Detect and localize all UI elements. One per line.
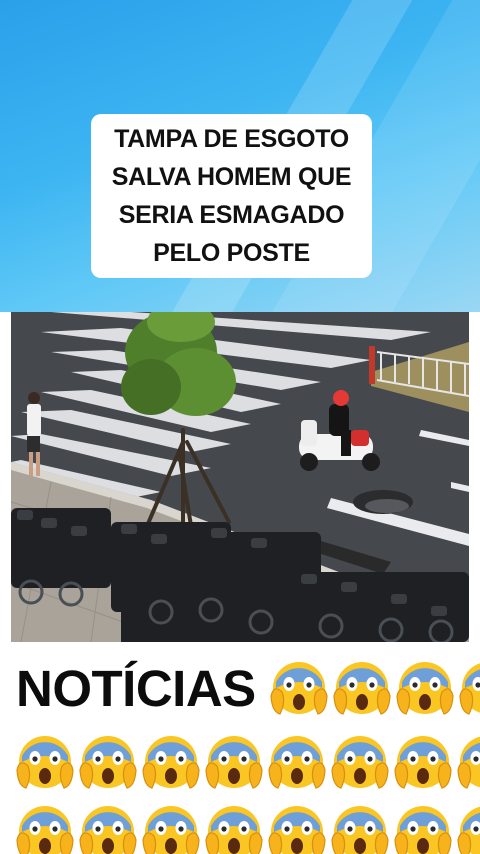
face-screaming-in-fear-icon xyxy=(392,732,454,794)
face-screaming-in-fear-icon xyxy=(203,802,265,854)
face-screaming-in-fear-icon xyxy=(140,802,202,854)
face-screaming-in-fear-icon xyxy=(331,658,393,720)
railing-post xyxy=(369,346,375,384)
title-line-3: SERIA ESMAGADO xyxy=(118,201,345,229)
face-screaming-in-fear-icon xyxy=(394,658,456,720)
emoji-row-headline xyxy=(0,654,480,724)
video-frame[interactable] xyxy=(11,312,469,642)
face-screaming-in-fear-icon xyxy=(266,732,328,794)
face-screaming-in-fear-icon xyxy=(14,732,76,794)
emoji-row-1 xyxy=(0,730,480,800)
face-screaming-in-fear-icon xyxy=(77,732,139,794)
face-screaming-in-fear-icon xyxy=(14,802,76,854)
face-screaming-in-fear-icon xyxy=(203,732,265,794)
street-scene-image xyxy=(11,312,469,642)
face-screaming-in-fear-icon xyxy=(392,802,454,854)
top-banner: TAMPA DE ESGOTO SALVA HOMEM QUE SERIA ES… xyxy=(0,0,480,312)
face-screaming-in-fear-icon xyxy=(329,732,391,794)
title-line-1: TAMPA DE ESGOTO xyxy=(114,125,349,153)
face-screaming-in-fear-icon xyxy=(266,802,328,854)
title-card: TAMPA DE ESGOTO SALVA HOMEM QUE SERIA ES… xyxy=(91,114,372,278)
title-line-2: SALVA HOMEM QUE xyxy=(111,163,352,191)
face-screaming-in-fear-icon xyxy=(140,732,202,794)
emoji-row-2 xyxy=(0,800,480,854)
face-screaming-in-fear-icon xyxy=(455,802,480,854)
face-screaming-in-fear-icon xyxy=(268,658,330,720)
manhole-cover xyxy=(365,499,409,513)
title-line-4: PELO POSTE xyxy=(153,239,310,267)
face-screaming-in-fear-icon xyxy=(457,658,480,720)
face-screaming-in-fear-icon xyxy=(455,732,480,794)
face-screaming-in-fear-icon xyxy=(77,802,139,854)
face-screaming-in-fear-icon xyxy=(329,802,391,854)
